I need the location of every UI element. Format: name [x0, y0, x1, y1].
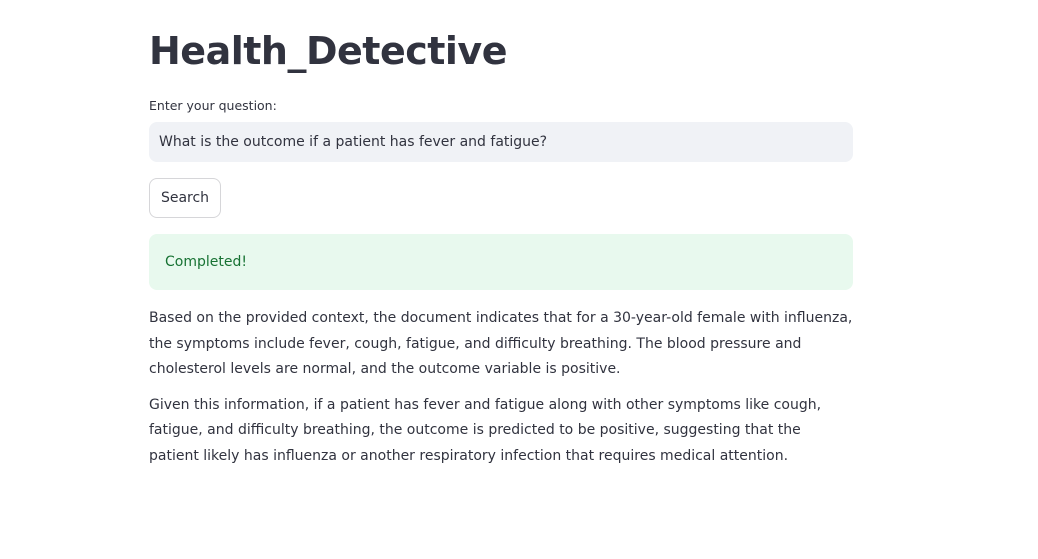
answer-paragraph: Based on the provided context, the docum…	[149, 310, 853, 377]
answer-response: Based on the provided context, the docum…	[149, 306, 853, 479]
page-title: Health_Detective	[149, 29, 507, 73]
success-alert: Completed!	[149, 234, 853, 290]
success-alert-text: Completed!	[165, 254, 247, 270]
answer-paragraph: Given this information, if a patient has…	[149, 396, 822, 464]
question-input[interactable]	[149, 122, 853, 162]
search-button[interactable]: Search	[149, 178, 221, 218]
question-input-label: Enter your question:	[149, 98, 277, 113]
